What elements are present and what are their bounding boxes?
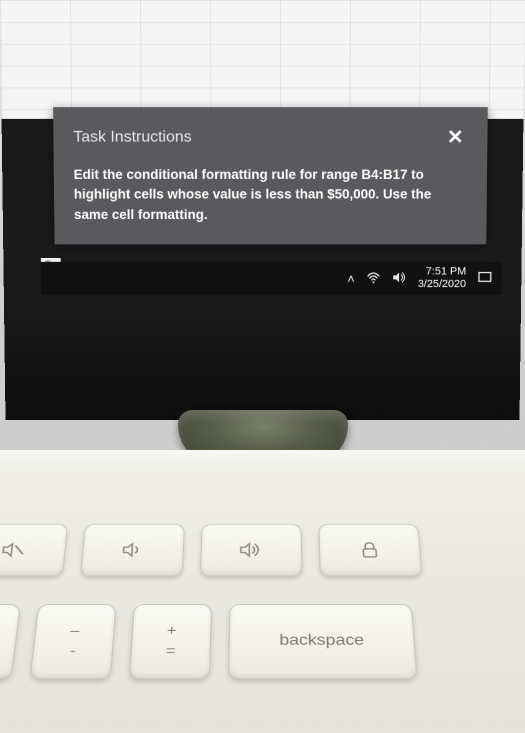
spreadsheet-background <box>0 0 525 119</box>
minus-key[interactable]: – - <box>30 604 117 679</box>
backspace-key[interactable]: backspace <box>228 604 418 679</box>
lock-key[interactable] <box>318 524 422 577</box>
plus-key-upper: + <box>166 624 176 638</box>
plus-key-lower: = <box>165 644 175 659</box>
minus-key-upper: – <box>69 624 80 638</box>
volume-up-key[interactable] <box>200 524 303 577</box>
task-instructions-dialog: Task Instructions ✕ Edit the conditional… <box>53 107 488 244</box>
volume-down-key[interactable] <box>80 524 185 577</box>
screen-bezel <box>4 295 521 420</box>
wifi-icon[interactable] <box>367 271 381 286</box>
function-key-row <box>0 524 423 577</box>
windows-taskbar: ˄ 7:51 PM 3/25/2020 <box>41 262 502 295</box>
number-key-row: ) 0 – - + = backspace <box>0 604 418 679</box>
plus-key[interactable]: + = <box>129 604 212 679</box>
mute-key[interactable] <box>0 524 68 577</box>
taskbar-clock[interactable]: 7:51 PM 3/25/2020 <box>418 266 466 291</box>
clock-time: 7:51 PM <box>418 266 466 278</box>
zero-key[interactable]: ) 0 <box>0 604 21 679</box>
spreadsheet-grid <box>0 0 525 118</box>
minus-key-lower: - <box>69 644 76 659</box>
clock-date: 3/25/2020 <box>418 278 466 290</box>
backspace-label: backspace <box>279 632 364 649</box>
keyboard-deck: ) 0 – - + = backspace <box>0 450 525 733</box>
dialog-title: Task Instructions <box>73 128 191 146</box>
volume-icon[interactable] <box>392 271 406 286</box>
close-icon[interactable]: ✕ <box>443 125 468 150</box>
tray-chevron-icon[interactable]: ˄ <box>347 271 355 286</box>
laptop-screen: Task Instructions ✕ Edit the conditional… <box>0 0 525 420</box>
dialog-body-text: Edit the conditional formatting rule for… <box>74 165 468 224</box>
notifications-icon[interactable] <box>478 271 492 286</box>
dialog-header: Task Instructions ✕ <box>73 125 468 150</box>
